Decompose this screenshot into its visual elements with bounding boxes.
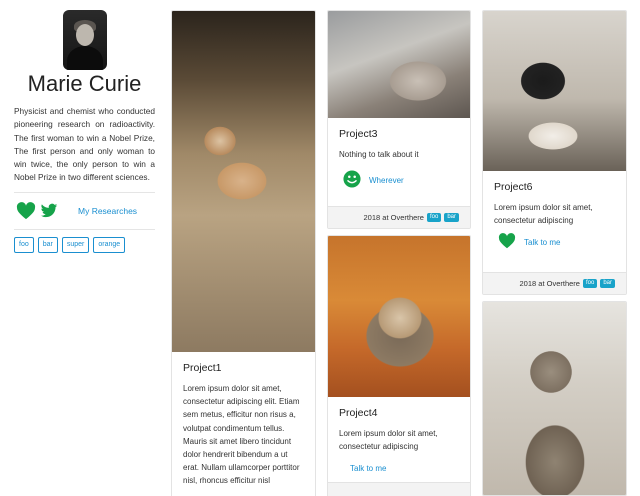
tag-bar[interactable]: bar [37,236,58,253]
divider [14,228,155,230]
footer-text: 2018 at Overthere [519,279,580,288]
footer-text: 2018 at Overthere [363,213,424,222]
project-card: Project6 Lorem ipsum dolor sit amet, con… [482,10,627,295]
project-title: Project4 [339,407,378,419]
tag-list: foo bar super orange [14,236,155,253]
project-card: Project1 Lorem ipsum dolor sit amet, con… [171,10,316,496]
project-card: Project4 Lorem ipsum dolor sit amet, con… [327,235,471,496]
heart-icon[interactable] [16,201,36,220]
project-description: Lorem ipsum dolor sit amet, consectetur … [339,429,438,452]
badge-bar: bar [444,213,459,222]
card-footer [328,482,470,496]
avatar [62,10,107,70]
project-image-puppy [483,11,626,171]
badge-bar: bar [600,279,615,288]
project-title: Project1 [183,362,222,374]
project-image-cat [483,302,626,495]
project-description: Nothing to talk about it [339,150,419,159]
badge-foo: foo [582,279,598,288]
project-card: Project3 Nothing to talk about it Wherev… [327,10,471,229]
project-image-cat [328,236,470,397]
card-footer: 2018 at Overthere foo bar [483,272,626,294]
divider [14,191,155,193]
wherever-link[interactable]: Wherever [369,176,404,185]
talk-to-me-link[interactable]: Talk to me [350,464,386,473]
project-title: Project6 [494,181,533,193]
project-description: Lorem ipsum dolor sit amet, consectetur … [494,203,593,226]
project-title: Project3 [339,128,378,140]
social-row: My Researches [14,200,155,222]
tag-foo[interactable]: foo [14,236,34,253]
tag-super[interactable]: super [61,236,90,253]
smiley-icon [343,170,361,190]
project-image-bulldog [172,11,315,352]
profile-name: Marie Curie [27,71,142,96]
project-action[interactable]: Talk to me [339,457,459,479]
talk-to-me-link[interactable]: Talk to me [524,238,560,247]
heart-icon [498,233,516,251]
profile-bio: Physicist and chemist who conducted pion… [14,106,155,183]
card-footer: 2018 at Overthere foo bar [328,206,470,228]
project-action[interactable]: Talk to me [494,231,615,253]
profile-panel: Marie Curie Physicist and chemist who co… [14,10,155,253]
project-card [482,301,627,496]
project-image-cat [328,11,470,118]
project-action[interactable]: Wherever [339,169,459,191]
project-description: Lorem ipsum dolor sit amet, consectetur … [183,384,300,486]
tag-orange[interactable]: orange [93,236,126,253]
badge-foo: foo [426,213,442,222]
my-researches-link[interactable]: My Researches [78,206,137,216]
twitter-icon[interactable] [40,203,58,219]
